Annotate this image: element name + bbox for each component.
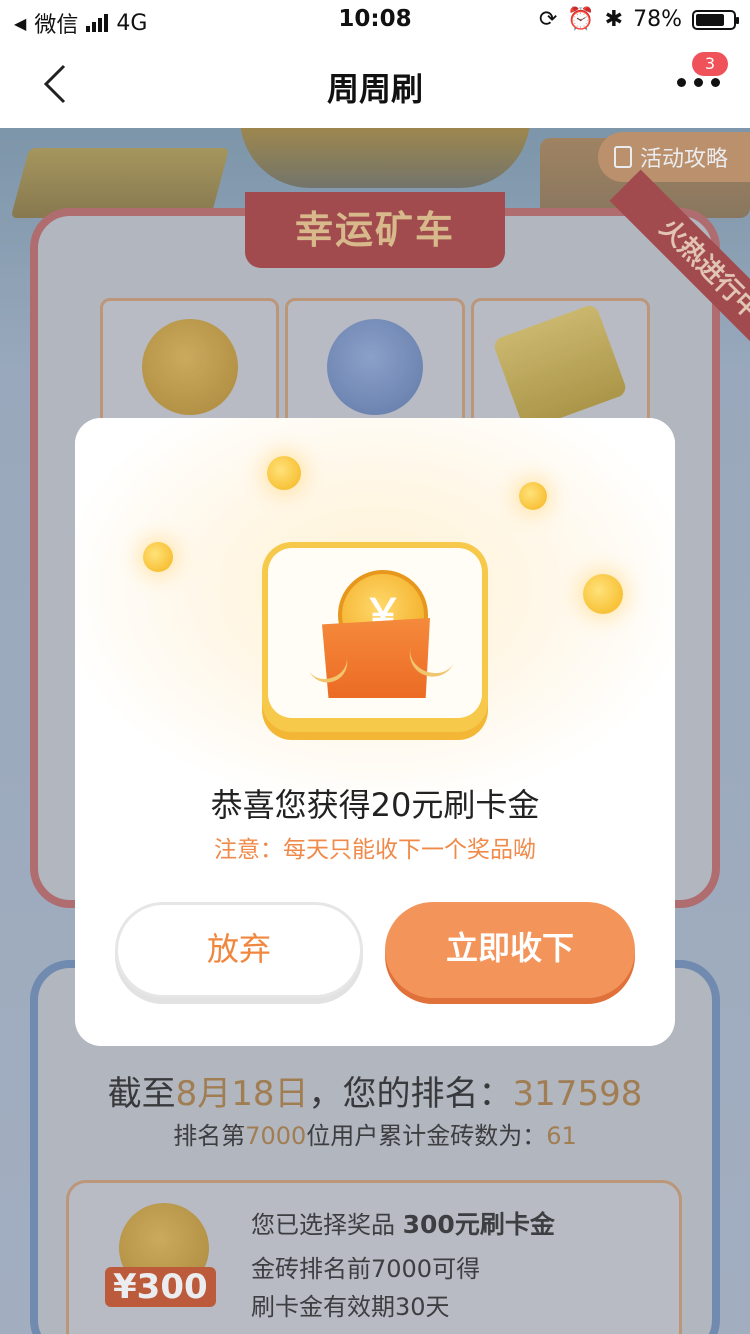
bluetooth-icon: ✱ [604, 7, 624, 32]
status-right: ⟳ ⏰ ✱ 78% [538, 7, 739, 32]
reward-title: 恭喜您获得20元刷卡金 [210, 786, 540, 824]
flying-coin-icon [267, 456, 301, 490]
alarm-icon: ⏰ [567, 7, 595, 32]
give-up-button[interactable]: 放弃 [115, 902, 363, 998]
flying-coin-icon [519, 482, 547, 510]
notification-badge: 3 [692, 52, 728, 76]
flying-coin-icon [143, 542, 173, 572]
status-bar: ◀ 微信 4G 10:08 ⟳ ⏰ ✱ 78% [0, 0, 750, 40]
nav-bar: 周周刷 3 [0, 40, 750, 128]
rotation-lock-icon: ⟳ [538, 7, 558, 32]
more-button[interactable] [677, 78, 720, 87]
reward-modal: ￥ 恭喜您获得20元刷卡金 注意：每天只能收下一个奖品呦 放弃 立即收下 [75, 418, 675, 1046]
reward-gift-frame: ￥ [262, 542, 488, 732]
reward-gift-inner: ￥ [268, 548, 482, 718]
flying-coin-icon [583, 574, 623, 614]
accept-button[interactable]: 立即收下 [385, 902, 635, 998]
battery-icon [692, 9, 739, 30]
battery-percent: 78% [633, 7, 682, 32]
reward-note: 注意：每天只能收下一个奖品呦 [214, 837, 536, 863]
page-title: 周周刷 [326, 70, 423, 108]
